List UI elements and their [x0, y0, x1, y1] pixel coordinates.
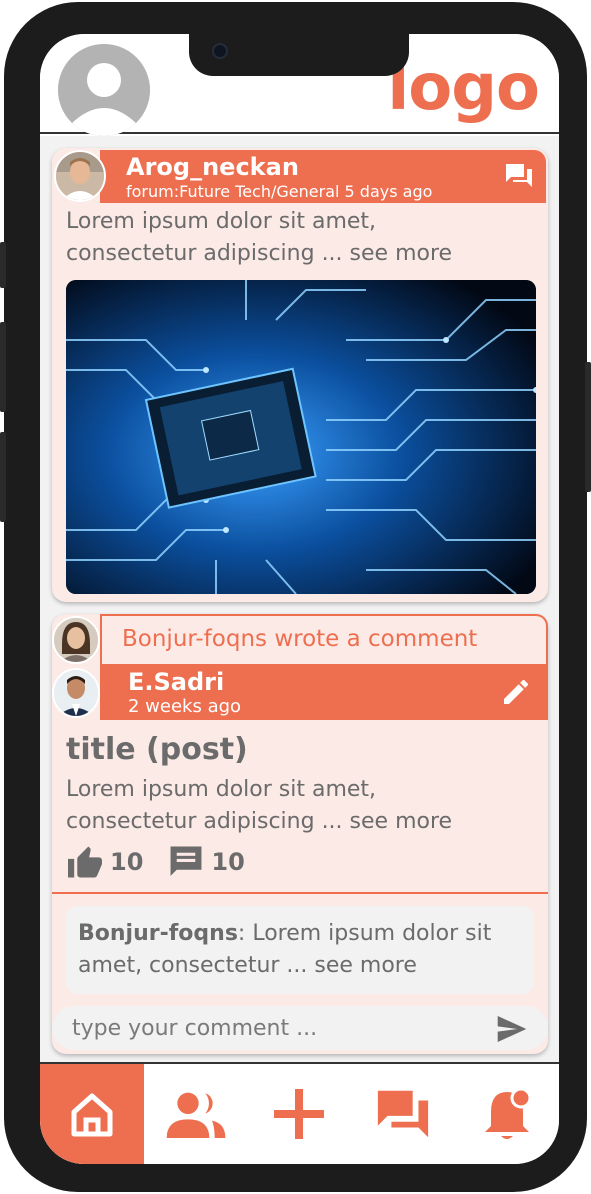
phone-frame: logo Arog_neckan forum:Future Tech/Gener — [0, 2, 591, 1192]
post-stats: 10 10 — [66, 842, 269, 882]
post-author-name[interactable]: Arog_neckan — [126, 153, 299, 181]
post-excerpt-line: consectetur adipiscing ... see more — [66, 241, 453, 266]
thumbs-up-icon[interactable] — [66, 845, 104, 879]
feed: Arog_neckan forum:Future Tech/General 5 … — [40, 136, 559, 1062]
activity-excerpt-line: consectetur adipiscing ... see more — [66, 809, 453, 834]
app-logo: logo — [387, 51, 540, 125]
comment-icon[interactable] — [167, 845, 205, 879]
comment-stat[interactable]: 10 — [167, 845, 245, 879]
activity-excerpt-line: Lorem ipsum dolor sit amet, — [66, 777, 377, 802]
camera — [212, 43, 228, 59]
mute-switch — [0, 242, 6, 288]
nav-people[interactable] — [144, 1064, 248, 1164]
home-icon[interactable] — [67, 1089, 117, 1139]
like-count: 10 — [110, 848, 144, 876]
people-icon[interactable] — [164, 1089, 228, 1139]
post-title[interactable]: title (post) — [66, 732, 248, 767]
activity-author-name[interactable]: E.Sadri — [128, 668, 224, 696]
user-avatar-icon[interactable] — [58, 44, 150, 136]
divider — [52, 892, 548, 894]
power-button — [585, 362, 591, 492]
activity-time: 2 weeks ago — [128, 696, 242, 717]
comment-activity-text[interactable]: Bonjur-foqns wrote a comment — [122, 626, 477, 652]
send-icon[interactable] — [496, 1016, 528, 1042]
edit-icon[interactable] — [500, 676, 532, 708]
comment-author[interactable]: Bonjur-foqns — [78, 921, 238, 946]
messages-icon[interactable] — [374, 1086, 432, 1142]
comment-activity-card[interactable]: Bonjur-foqns wrote a comment E.Sadri 2 w… — [52, 614, 548, 1054]
post-card[interactable]: Arog_neckan forum:Future Tech/General 5 … — [52, 148, 548, 602]
activity-excerpt[interactable]: Lorem ipsum dolor sit amet, consectetur … — [66, 774, 536, 838]
latest-comment[interactable]: Bonjur-foqns: Lorem ipsum dolor sit amet… — [66, 906, 534, 994]
post-meta: forum:Future Tech/General 5 days ago — [126, 182, 433, 201]
add-icon[interactable] — [272, 1087, 326, 1141]
volume-down-button — [0, 432, 6, 522]
comment-count: 10 — [211, 848, 245, 876]
comment-activity-header: Bonjur-foqns wrote a comment — [100, 614, 548, 664]
bottom-navigation — [40, 1062, 559, 1164]
comment-input[interactable] — [52, 1006, 548, 1050]
author-avatar[interactable] — [54, 150, 106, 202]
activity-author-bar: E.Sadri 2 weeks ago — [100, 664, 548, 720]
post-excerpt-line: Lorem ipsum dolor sit amet, — [66, 209, 377, 234]
volume-up-button — [0, 322, 6, 412]
chat-icon[interactable] — [504, 162, 534, 190]
notification-icon[interactable] — [481, 1086, 533, 1142]
nav-messages[interactable] — [351, 1064, 455, 1164]
phone-screen: logo Arog_neckan forum:Future Tech/Gener — [40, 34, 559, 1164]
nav-notifications[interactable] — [455, 1064, 559, 1164]
commenter-avatar[interactable] — [52, 616, 100, 664]
like-stat[interactable]: 10 — [66, 845, 143, 879]
post-excerpt[interactable]: Lorem ipsum dolor sit amet, consectetur … — [66, 206, 536, 270]
post-author-bar: Arog_neckan forum:Future Tech/General 5 … — [100, 150, 546, 203]
nav-add[interactable] — [248, 1064, 352, 1164]
nav-home[interactable] — [40, 1064, 144, 1164]
post-author-avatar[interactable] — [52, 668, 100, 718]
post-image[interactable] — [66, 280, 536, 594]
